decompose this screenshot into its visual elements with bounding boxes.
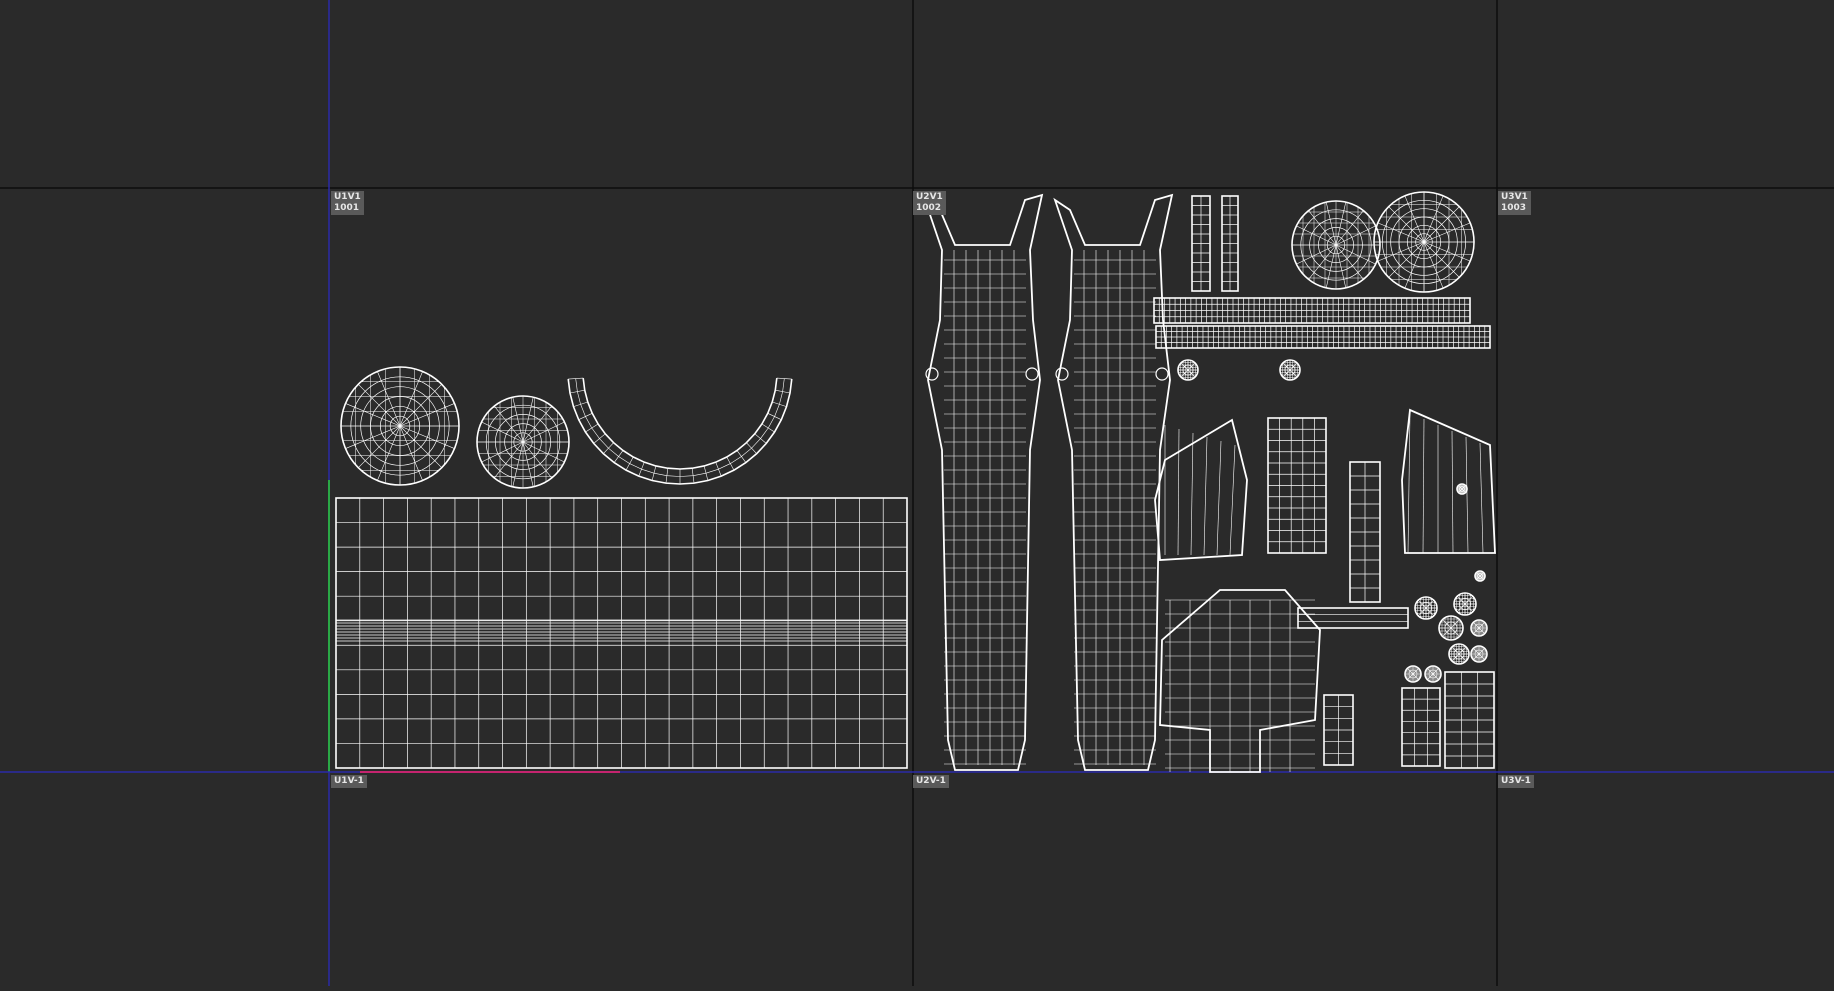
- shell-lower-plate: [1159, 589, 1321, 773]
- tile-label-u1v-1: U1V-1: [331, 775, 367, 788]
- shell-small-disc-0: [1453, 592, 1477, 616]
- uv-tile-grid: [0, 0, 1834, 986]
- tile-label-u2v1: U2V1 1002: [913, 191, 946, 215]
- shell-hole-2: [1279, 359, 1301, 381]
- tile-1001-shells: [335, 366, 908, 769]
- shell-disc-small: [476, 395, 570, 489]
- tile-label-u3v-1: U3V-1: [1498, 775, 1534, 788]
- shell-small-disc-3: [1470, 619, 1488, 637]
- shell-plate-right: [1401, 408, 1496, 554]
- shell-disc-top-2: [1373, 191, 1475, 293]
- shell-small-bar-1: [1191, 195, 1211, 292]
- shell-small-grid-3: [1444, 671, 1495, 769]
- uv-editor-viewport[interactable]: U1V1 1001 U2V1 1002 U3V1 1003 U1V-1 U2V-…: [0, 0, 1834, 986]
- shell-strip-2: [1155, 325, 1491, 349]
- shell-small-disc-2: [1438, 615, 1464, 641]
- tile-1002-shells: [923, 191, 1496, 773]
- shell-small-disc-5: [1470, 645, 1488, 663]
- uv-axes: [0, 0, 1834, 986]
- shell-small-bar-2: [1221, 195, 1239, 292]
- shell-tall-column-left: [923, 193, 1044, 771]
- shell-tall-column-right: [1053, 193, 1174, 771]
- shell-small-disc-7: [1424, 665, 1442, 683]
- shell-disc-large: [340, 366, 460, 486]
- shell-small-grid-2: [1401, 687, 1441, 767]
- shell-center-block: [1267, 417, 1327, 554]
- shell-small-disc-4: [1448, 643, 1470, 665]
- uv-shells: [335, 191, 1496, 773]
- shell-plate-left: [1154, 418, 1248, 561]
- uv-canvas[interactable]: [0, 0, 1834, 986]
- shell-hole-1: [1177, 359, 1199, 381]
- shell-strip-1: [1153, 297, 1471, 324]
- shell-small-disc-6: [1404, 665, 1422, 683]
- shell-small-disc-8: [1456, 483, 1468, 495]
- shell-small-disc-9: [1474, 570, 1486, 582]
- shell-small-disc-1: [1414, 596, 1438, 620]
- shell-arc-strip: [567, 377, 793, 485]
- shell-wide-grid: [335, 497, 908, 769]
- tile-label-u2v-1: U2V-1: [913, 775, 949, 788]
- tile-label-u3v1: U3V1 1003: [1498, 191, 1531, 215]
- tile-label-u1v1: U1V1 1001: [331, 191, 364, 215]
- shell-disc-top-1: [1291, 200, 1381, 290]
- shell-center-stem: [1349, 461, 1381, 603]
- shell-small-grid-1: [1323, 694, 1354, 766]
